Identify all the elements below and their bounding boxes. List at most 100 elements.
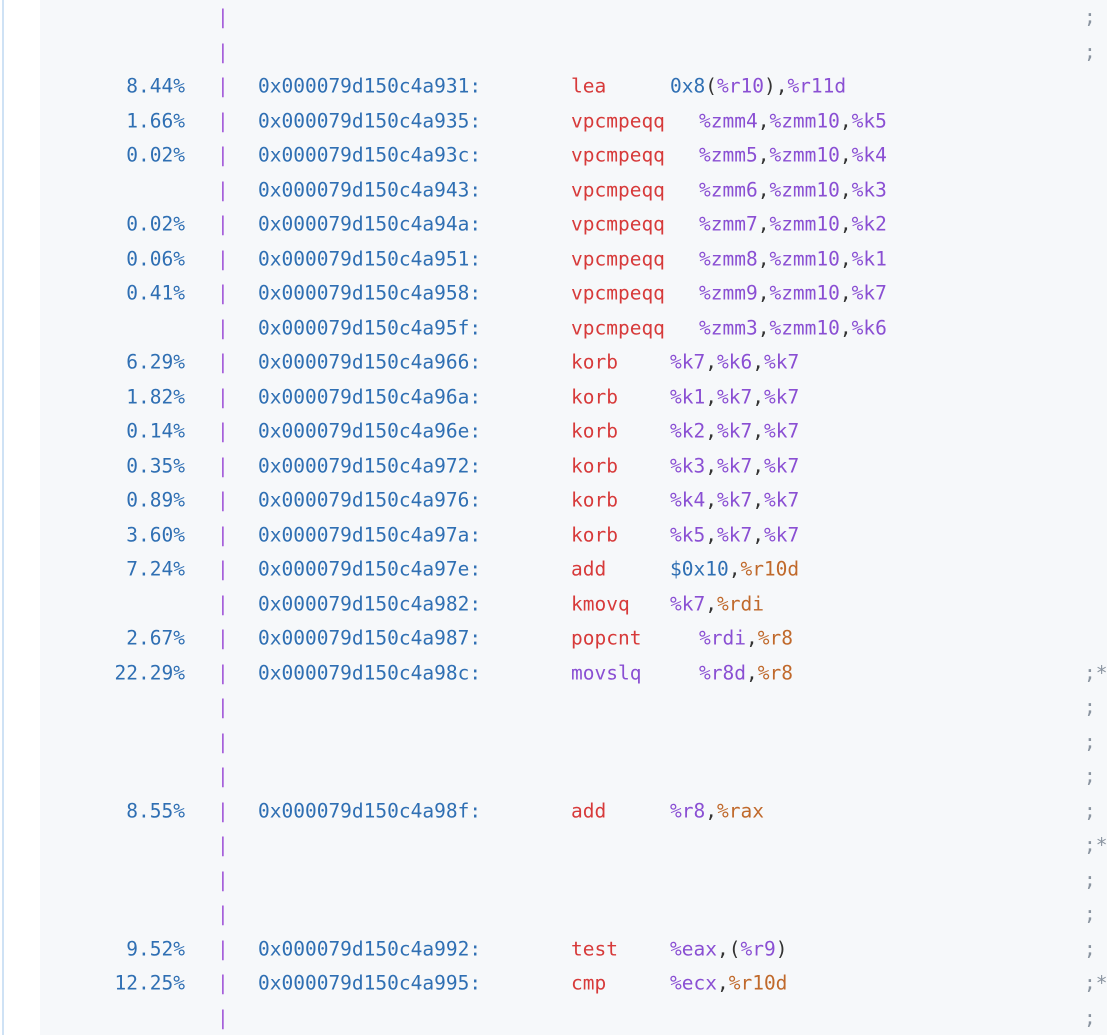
sample-percent: 2.67% — [126, 626, 185, 650]
code-line[interactable]: |; — [40, 863, 1107, 898]
code-line[interactable]: 12.25% | 0x000079d150c4a995: cmp %ecx,%r10d;… — [40, 966, 1107, 1001]
operand-token: , — [705, 385, 717, 409]
code-line[interactable]: |; — [40, 0, 1107, 35]
code-line[interactable]: 1.82% | 0x000079d150c4a96a: korb %k1,%k7,%k7 — [40, 380, 1107, 415]
operand-token: , — [757, 143, 770, 167]
gutter-pipe: | — [217, 488, 229, 512]
operand-token: %k6 — [716, 350, 753, 374]
instruction-address: 0x000079d150c4a958: — [258, 281, 482, 305]
operand-token: , — [839, 281, 852, 305]
operand-token: %r8 — [757, 661, 793, 685]
gutter-pipe: | — [217, 592, 229, 616]
code-line[interactable]: 0.41% | 0x000079d150c4a958: vpcmpeqq %zmm9,%… — [40, 276, 1107, 311]
code-line[interactable]: |; — [40, 897, 1107, 932]
operand-token: %zmm10 — [769, 109, 840, 133]
operand-token: ( — [705, 74, 717, 98]
code-line[interactable]: 6.29% | 0x000079d150c4a966: korb %k7,%k6,%k7 — [40, 345, 1107, 380]
code-line[interactable]: | 0x000079d150c4a943: vpcmpeqq %zmm6,%zmm10… — [40, 173, 1107, 208]
operand-token: , — [752, 385, 764, 409]
instruction-mnemonic: vpcmpeqq — [571, 316, 665, 340]
operand-token: , — [745, 661, 758, 685]
operand-token: , — [839, 178, 852, 202]
code-line[interactable]: 2.67% | 0x000079d150c4a987: popcnt %rdi,%r8 — [40, 621, 1107, 656]
gutter-pipe: | — [217, 1006, 229, 1030]
operand-token: , — [752, 350, 764, 374]
operand-token: %r10 — [716, 74, 764, 98]
instruction-operands: %k5,%k7,%k7 — [670, 523, 799, 546]
operand-token: %r10d — [728, 971, 788, 995]
code-line[interactable]: 0.14% | 0x000079d150c4a96e: korb %k2,%k7,%k7 — [40, 414, 1107, 449]
instruction-operands: %r8d,%r8 — [699, 661, 793, 684]
code-line[interactable]: 8.44% | 0x000079d150c4a931: lea 0x8(%r10),%r… — [40, 69, 1107, 104]
operand-token: %rdi — [699, 626, 746, 650]
instruction-address: 0x000079d150c4a96e: — [258, 419, 482, 443]
operand-token: %ecx — [670, 971, 717, 995]
operand-token: , — [752, 454, 764, 478]
disassembly-panel[interactable]: |; |; 8.44% | 0x000079d150c4a931: lea 0x8(%r10… — [40, 0, 1107, 1035]
code-line[interactable]: 0.02% | 0x000079d150c4a94a: vpcmpeqq %zmm7,%… — [40, 207, 1107, 242]
comment-marker: ;* — [1084, 833, 1107, 857]
gutter-pipe: | — [217, 902, 229, 926]
panel-left-border — [2, 0, 4, 1035]
code-line[interactable]: 0.02% | 0x000079d150c4a93c: vpcmpeqq %zmm5,%… — [40, 138, 1107, 173]
operand-token: , — [839, 109, 852, 133]
sample-percent: 0.89% — [126, 488, 185, 512]
code-line[interactable]: |; — [40, 690, 1107, 725]
instruction-operands: %k2,%k7,%k7 — [670, 420, 799, 443]
instruction-address: 0x000079d150c4a982: — [258, 592, 482, 616]
code-line[interactable]: |; — [40, 35, 1107, 70]
instruction-operands: %zmm3,%zmm10,%k6 — [699, 316, 887, 339]
operand-token: %k7 — [670, 592, 706, 616]
operand-token: %zmm9 — [699, 281, 758, 305]
operand-token: %zmm10 — [769, 178, 840, 202]
instruction-operands: %r8,%rax — [670, 799, 764, 822]
code-line[interactable]: |; — [40, 725, 1107, 760]
sample-percent: 0.02% — [126, 212, 185, 236]
sample-percent: 9.52% — [126, 937, 185, 961]
code-line[interactable]: 0.89% | 0x000079d150c4a976: korb %k4,%k7,%k7 — [40, 483, 1107, 518]
code-line[interactable]: 7.24% | 0x000079d150c4a97e: add $0x10,%r10d — [40, 552, 1107, 587]
comment-marker: ; — [1084, 799, 1096, 823]
code-line[interactable]: 22.29% | 0x000079d150c4a98c: movslq %r8d,%r8… — [40, 656, 1107, 691]
instruction-operands: %zmm8,%zmm10,%k1 — [699, 247, 887, 270]
operand-token: %k7 — [763, 488, 800, 512]
code-line[interactable]: |; — [40, 1001, 1107, 1035]
operand-token: %k7 — [851, 281, 887, 305]
gutter-pipe: | — [217, 5, 229, 29]
operand-token: , — [757, 247, 770, 271]
code-line[interactable]: 0.35% | 0x000079d150c4a972: korb %k3,%k7,%k7 — [40, 449, 1107, 484]
code-line[interactable]: | 0x000079d150c4a982: kmovq %k7,%rdi — [40, 587, 1107, 622]
instruction-operands: %eax,(%r9) — [670, 937, 787, 960]
code-line[interactable]: 8.55% | 0x000079d150c4a98f: add %r8,%rax; — [40, 794, 1107, 829]
instruction-address: 0x000079d150c4a943: — [258, 178, 482, 202]
code-line[interactable]: |; — [40, 759, 1107, 794]
operand-token: %k7 — [763, 385, 800, 409]
code-line[interactable]: 9.52% | 0x000079d150c4a992: test %eax,(%r9); — [40, 932, 1107, 967]
code-line[interactable]: 0.06% | 0x000079d150c4a951: vpcmpeqq %zmm8,%… — [40, 242, 1107, 277]
operand-token: %k7 — [716, 454, 753, 478]
operand-token: %rax — [716, 799, 764, 823]
code-line[interactable]: 1.66% | 0x000079d150c4a935: vpcmpeqq %zmm4,%… — [40, 104, 1107, 139]
gutter-pipe: | — [217, 454, 229, 478]
code-line[interactable]: | 0x000079d150c4a95f: vpcmpeqq %zmm3,%zmm10… — [40, 311, 1107, 346]
instruction-mnemonic: korb — [571, 488, 618, 512]
operand-token: %r8d — [699, 661, 746, 685]
gutter-pipe: | — [217, 661, 229, 685]
gutter-pipe: | — [217, 799, 229, 823]
instruction-mnemonic: korb — [571, 523, 618, 547]
operand-token: , — [716, 937, 729, 961]
operand-token: , — [705, 454, 717, 478]
operand-token: , — [705, 799, 717, 823]
gutter-pipe: | — [217, 971, 229, 995]
code-line[interactable]: 3.60% | 0x000079d150c4a97a: korb %k5,%k7,%k7 — [40, 518, 1107, 553]
instruction-operands: $0x10,%r10d — [670, 558, 799, 581]
operand-token: %k7 — [670, 350, 706, 374]
gutter-pipe: | — [217, 626, 229, 650]
code-line[interactable]: | ;* — [40, 828, 1107, 863]
instruction-operands: 0x8(%r10),%r11d — [670, 75, 846, 98]
sample-percent: 7.24% — [126, 557, 185, 581]
operand-token: %k7 — [763, 350, 800, 374]
operand-token: %zmm10 — [769, 212, 840, 236]
gutter-pipe: | — [217, 523, 229, 547]
operand-token: %k2 — [670, 419, 706, 443]
